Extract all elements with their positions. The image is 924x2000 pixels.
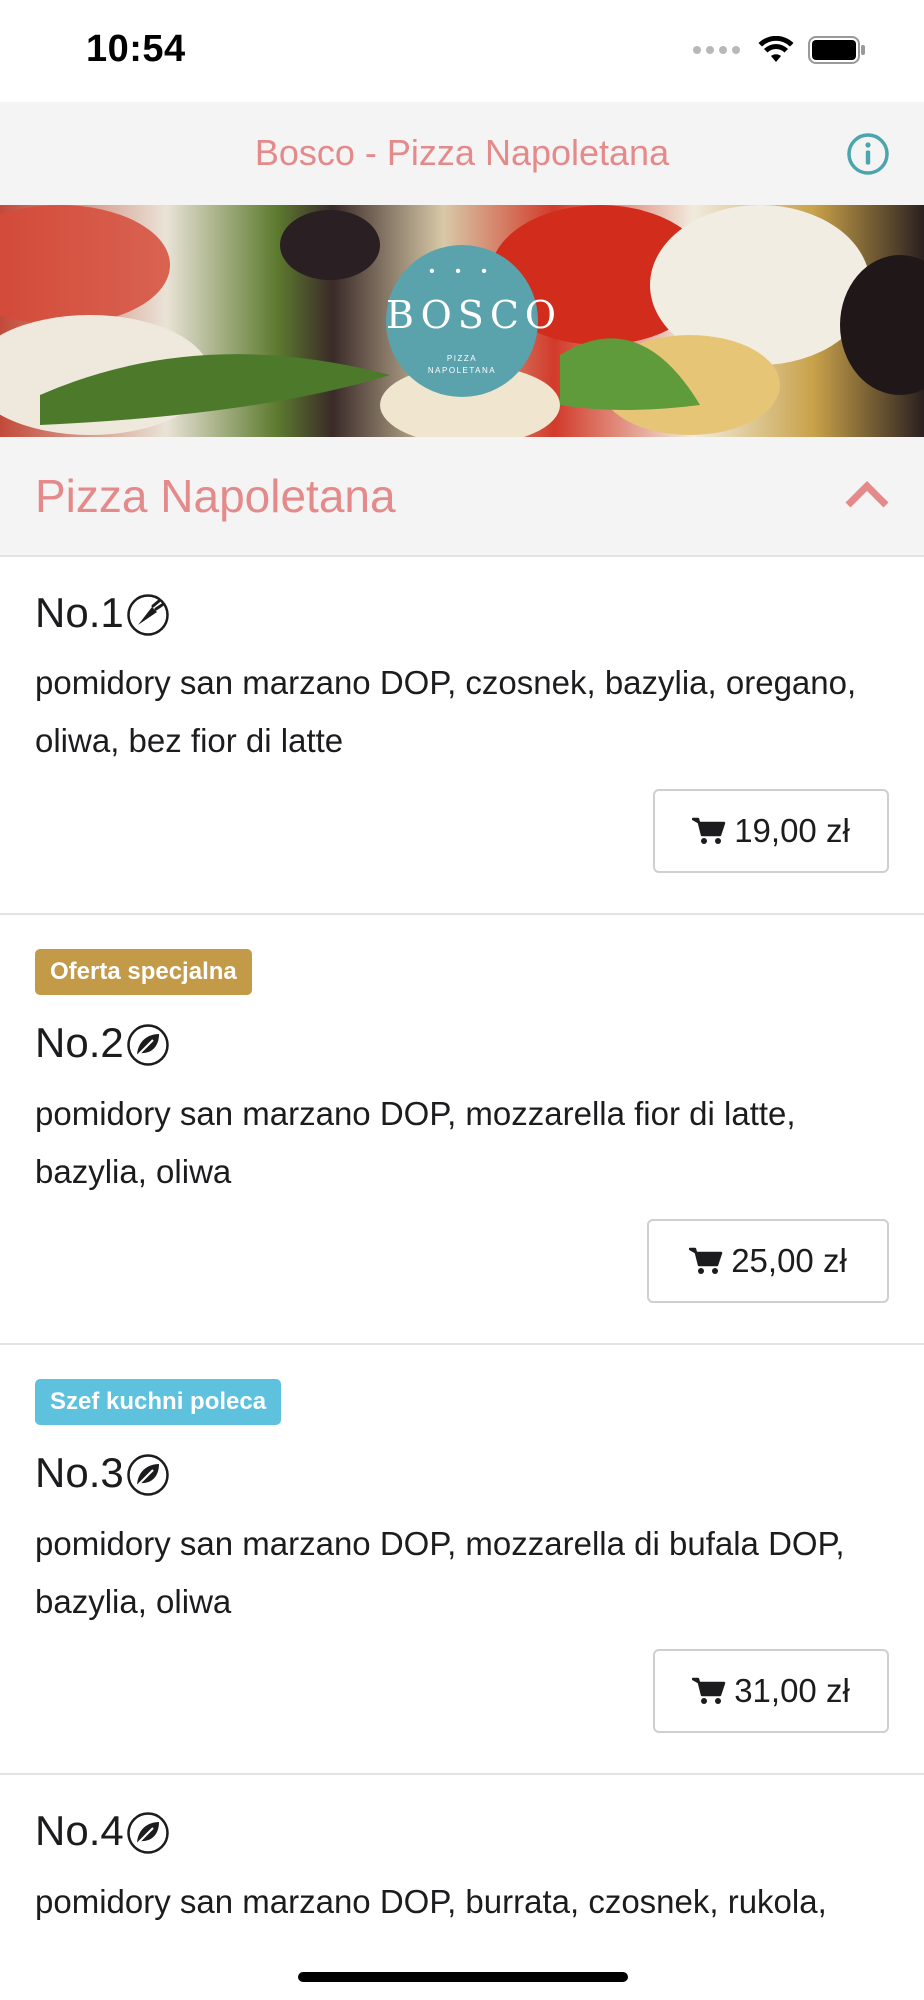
carrot-icon	[126, 594, 169, 636]
price-label: 19,00 zł	[734, 812, 850, 849]
category-title: Pizza Napoletana	[35, 470, 396, 522]
item-description: pomidory san marzano DOP, mozzarella di …	[35, 1525, 845, 1620]
leaf-icon	[126, 1454, 169, 1496]
cart-icon	[692, 817, 726, 844]
menu-item: Oferta specjalna No.2 pomidory san marza…	[0, 915, 924, 1345]
menu-item: Szef kuchni poleca No.3 pomidory san mar…	[0, 1345, 924, 1775]
leaf-icon	[126, 1024, 169, 1066]
status-time: 10:54	[86, 28, 186, 70]
leaf-icon	[126, 1812, 169, 1854]
item-description: pomidory san marzano DOP, czosnek, bazyl…	[35, 664, 857, 759]
item-name: No.4	[35, 1807, 170, 1855]
item-name-text: No.3	[35, 1449, 124, 1496]
logo-wordmark: BOSCO	[386, 293, 563, 337]
chef-recommends-badge: Szef kuchni poleca	[35, 1379, 282, 1425]
status-bar: 10:54	[0, 0, 924, 102]
banner-image: • • • BOSCO PIZZA NAPOLETANA	[0, 205, 924, 437]
logo-dots: • • •	[429, 263, 495, 280]
item-description: pomidory san marzano DOP, mozzarella fio…	[35, 1095, 796, 1190]
battery-icon	[808, 36, 865, 64]
add-to-cart-button[interactable]: 31,00 zł	[653, 1649, 889, 1733]
item-name: No.1	[35, 589, 170, 637]
bosco-logo: • • • BOSCO PIZZA NAPOLETANA	[386, 245, 563, 397]
info-icon[interactable]	[846, 132, 890, 176]
item-description: pomidory san marzano DOP, burrata, czosn…	[35, 1883, 827, 1920]
logo-subtitle-line-2: NAPOLETANA	[427, 366, 497, 375]
cart-icon	[692, 1677, 726, 1704]
logo-subtitle-line-1: PIZZA	[446, 354, 478, 363]
cart-icon	[689, 1247, 723, 1274]
item-name: No.3	[35, 1449, 170, 1497]
special-offer-badge: Oferta specjalna	[35, 949, 252, 995]
status-icons	[693, 36, 866, 64]
item-name: No.2	[35, 1019, 170, 1067]
menu-item: No.4 pomidory san marzano DOP, burrata, …	[0, 1775, 924, 2000]
chevron-up-icon[interactable]	[844, 479, 890, 509]
add-to-cart-button[interactable]: 25,00 zł	[647, 1219, 889, 1303]
cellular-signal-icon	[693, 46, 740, 54]
page-title: Bosco - Pizza Napoletana	[254, 132, 670, 173]
logo-subtitle: PIZZA NAPOLETANA	[386, 353, 538, 377]
home-indicator[interactable]	[298, 1972, 628, 1982]
navigation-bar: Bosco - Pizza Napoletana	[0, 102, 924, 205]
item-name-text: No.1	[35, 589, 124, 636]
price-label: 25,00 zł	[731, 1242, 847, 1279]
add-to-cart-button[interactable]: 19,00 zł	[653, 789, 889, 873]
item-name-text: No.4	[35, 1807, 124, 1854]
item-name-text: No.2	[35, 1019, 124, 1066]
wifi-icon	[758, 36, 794, 62]
menu-item: No.1 pomidory san marzano DOP, czosnek, …	[0, 557, 924, 915]
price-label: 31,00 zł	[734, 1672, 850, 1709]
category-header[interactable]: Pizza Napoletana	[0, 437, 924, 557]
